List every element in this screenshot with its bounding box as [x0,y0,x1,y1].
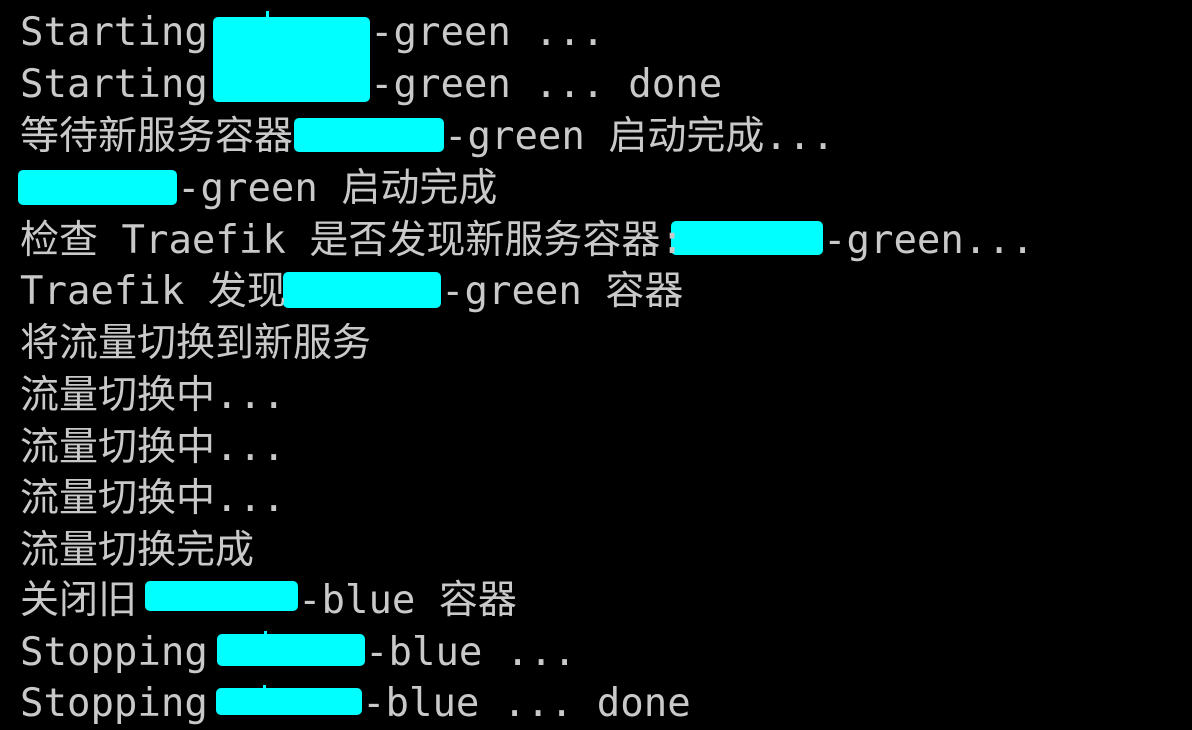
terminal-line: 流量切换中... [20,473,285,525]
terminal-line-suffix: -green... [823,218,1035,263]
terminal-line: 流量切换中... [20,422,285,474]
terminal-line-prefix: 等待新服务容器 [20,114,317,159]
terminal-line-suffix: -blue 容器 [298,578,517,623]
cursor-tick-artifact [263,685,266,690]
terminal-line-prefix: Stopping [20,630,232,675]
terminal-line-prefix: Stopping [20,681,232,726]
terminal-line-prefix: 流量切换中... [20,476,286,521]
terminal-line-prefix: Traefik 发现 [20,269,310,314]
terminal-window[interactable]: Starting -green ... Starting -green ... d… [0,0,1192,726]
redacted-text-block [217,634,365,666]
terminal-line: 流量切换完成 [20,525,254,577]
terminal-line: 检查 Traefik 是否发现新服务容器: -green... [20,215,1034,267]
terminal-line-suffix: -green ... done [370,62,723,107]
terminal-line-prefix: Starting [20,10,232,55]
terminal-line: Traefik 发现 -green 容器 [20,266,683,318]
terminal-line-suffix: -blue ... [365,630,577,675]
terminal-line: Stopping -blue ... [20,627,576,679]
terminal-line: 等待新服务容器 -green 启动完成... [20,111,835,163]
terminal-line: Starting -green ... done [20,59,722,111]
terminal-line-prefix: 流量切换中... [20,425,286,470]
redacted-text-block [145,581,298,611]
cursor-tick-artifact [264,631,267,636]
terminal-line-prefix: 流量切换中... [20,373,286,418]
terminal-line-suffix: -green 容器 [441,269,684,314]
terminal-line-suffix: -green ... [370,10,605,55]
terminal-line-prefix: 检查 Traefik 是否发现新服务容器: [20,218,708,263]
terminal-line-prefix: 将流量切换到新服务 [20,321,372,366]
terminal-line-suffix: -green 启动完成... [444,114,835,159]
redacted-text-block [18,170,177,205]
terminal-line: Starting -green ... [20,7,605,59]
terminal-line-prefix: 流量切换完成 [20,528,255,573]
terminal-line: 流量切换中... [20,370,285,422]
terminal-line-prefix: 关闭旧 [20,578,161,623]
terminal-line-suffix: -blue ... done [362,681,691,726]
redacted-text-block [216,688,362,715]
terminal-line-prefix: Starting [20,62,232,107]
redacted-text-block [213,17,370,102]
terminal-line: Stopping -blue ... done [20,678,691,730]
redacted-text-block [294,118,444,152]
terminal-line-suffix: -green 启动完成 [177,166,498,211]
terminal-line: 关闭旧 -blue 容器 [20,575,517,627]
terminal-line: 将流量切换到新服务 [20,318,371,370]
cursor-tick-artifact [266,11,269,19]
